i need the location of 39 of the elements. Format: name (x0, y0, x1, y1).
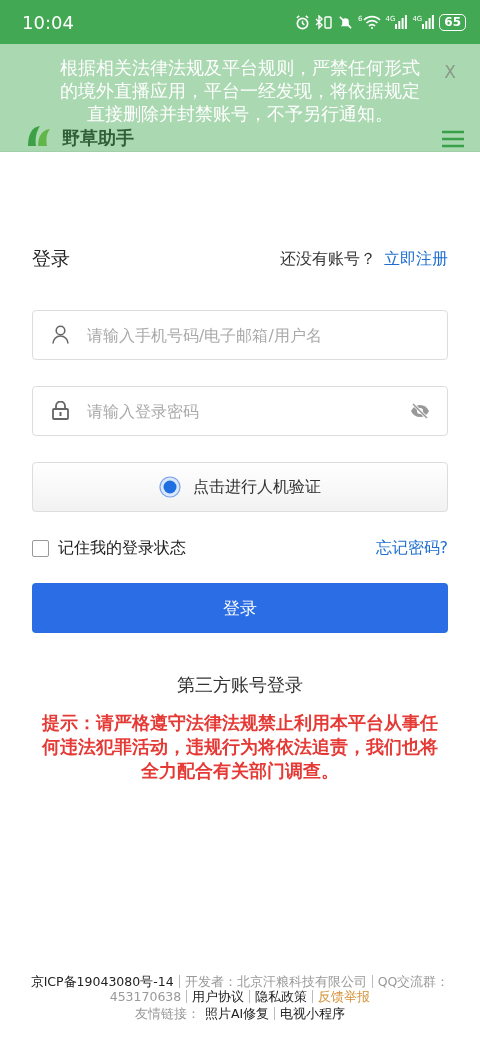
footer-link[interactable]: 电视小程序 (274, 1007, 351, 1020)
login-title: 登录 (32, 246, 71, 271)
remember-checkbox[interactable] (32, 540, 49, 557)
legal-notice: 提示：请严格遵守法律法规禁止利用本平台从事任何违法犯罪活动，违规行为将依法追责，我们也将全力配合有关部门调查。 (40, 712, 439, 783)
no-account-text: 还没有账号？ (280, 248, 376, 270)
username-field[interactable]: 请输入手机号码/电子邮箱/用户名 (32, 310, 448, 360)
captcha-button[interactable]: 点击进行人机验证 (32, 462, 448, 512)
battery-level: 65 (439, 13, 466, 31)
password-field[interactable]: 请输入登录密码 (32, 386, 448, 436)
toast-text: 根据相关法律法规及平台规则，严禁任何形式 (60, 56, 420, 79)
status-time: 10:04 (22, 11, 75, 33)
radio-dot-icon (159, 476, 181, 498)
footer-link[interactable]: 用户协议 (186, 990, 250, 1003)
wifi-icon (362, 15, 381, 29)
footer-link[interactable]: 京ICP备19043080号-14 (25, 975, 179, 988)
muted-bell-icon (338, 14, 354, 30)
footer-link[interactable]: 隐私政策 (249, 990, 313, 1003)
footer-text: 开发者：北京汗粮科技有限公司 (178, 975, 372, 988)
user-icon (52, 325, 69, 344)
footer-link[interactable]: 照片AI修复 (204, 1007, 275, 1020)
leaf-logo-icon (26, 124, 52, 148)
menu-icon[interactable] (442, 130, 464, 148)
footer-text: 453170638 (108, 990, 183, 1003)
lock-icon (52, 401, 69, 420)
toast-text: 的境外直播应用，平台一经发现，将依据规定 (60, 79, 420, 102)
third-party-login-heading: 第三方账号登录 (176, 673, 304, 697)
forgot-password-link[interactable]: 忘记密码? (375, 538, 448, 559)
footer-text: 友情链接： (133, 1007, 201, 1020)
register-link[interactable]: 立即注册 (384, 248, 448, 270)
toast-text: 直接删除并封禁账号，不予另行通知。 (87, 102, 393, 125)
bluetooth-vibrate-icon (315, 14, 334, 30)
remember-label: 记住我的登录状态 (58, 538, 187, 559)
signal-icon (422, 15, 435, 29)
app-title: 野草助手 (62, 128, 135, 148)
login-button[interactable]: 登录 (32, 583, 448, 633)
eye-off-icon[interactable] (410, 403, 430, 419)
signal-icon (395, 15, 408, 29)
alarm-icon (295, 14, 311, 30)
footer-text: QQ交流群： (371, 975, 455, 988)
